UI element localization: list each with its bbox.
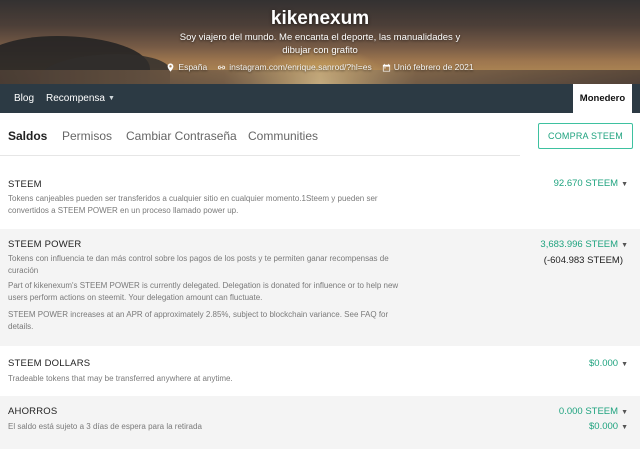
nav-blog[interactable]: Blog	[0, 84, 40, 113]
tab-communities[interactable]: Communities	[248, 129, 318, 143]
profile-meta: España instagram.com/enrique.sanrod/?hl=…	[0, 62, 640, 72]
savings-steem-dropdown[interactable]: 0.000 STEEM ▼	[559, 406, 628, 417]
delegation-note: Part of kikenexum's STEEM POWER is curre…	[8, 281, 399, 290]
location-text: España	[178, 62, 208, 72]
balance-row-steem-power: STEEM POWER Tokens con influencia te dan…	[0, 229, 640, 346]
caret-down-icon: ▼	[621, 181, 628, 188]
balance-row-steem-dollars: STEEM DOLLARS Tradeable tokens that may …	[0, 348, 640, 394]
balance-row-savings: AHORROS El saldo está sujeto a 3 días de…	[0, 396, 640, 449]
savings-sbd-dropdown[interactable]: $0.000 ▼	[589, 421, 628, 432]
profile-username: kikenexum	[270, 8, 370, 29]
tab-change-password[interactable]: Cambiar Contraseña	[126, 129, 237, 143]
balance-description: Tokens con influencia te dan más control…	[8, 254, 389, 263]
caret-down-icon: ▼	[621, 361, 628, 368]
sbd-amount-dropdown[interactable]: $0.000 ▼	[589, 358, 628, 369]
nav-rewards-dropdown[interactable]: Recompensa ▼	[40, 84, 121, 113]
chevron-down-icon: ▼	[107, 95, 115, 102]
tabs-divider	[0, 155, 520, 156]
caret-down-icon: ▼	[621, 409, 628, 416]
profile-website[interactable]: instagram.com/enrique.sanrod/?hl=es	[217, 62, 372, 72]
balance-title: STEEM	[8, 179, 42, 190]
top-navbar: Blog Recompensa ▼ Monedero	[0, 84, 640, 113]
apr-note: STEEM POWER increases at an APR of appro…	[8, 310, 389, 319]
nav-wallet-tab[interactable]: Monedero	[573, 84, 632, 113]
profile-joined: Unió febrero de 2021	[382, 62, 474, 72]
calendar-icon	[382, 63, 390, 72]
delegated-amount: (-604.983 STEEM)	[543, 255, 623, 266]
tab-permissions[interactable]: Permisos	[62, 129, 112, 143]
profile-about: Soy viajero del mundo. Me encanta el dep…	[179, 32, 461, 56]
tab-balances[interactable]: Saldos	[8, 129, 47, 143]
balance-description: Tradeable tokens that may be transferred…	[8, 374, 233, 383]
location-pin-icon	[168, 62, 174, 72]
delegation-note: users perform actions on steemit. Your d…	[8, 293, 263, 302]
balance-description: Tokens canjeables pueden ser transferido…	[8, 194, 378, 203]
website-link[interactable]: instagram.com/enrique.sanrod/?hl=es	[229, 62, 371, 72]
balance-title: STEEM DOLLARS	[8, 358, 91, 369]
caret-down-icon: ▼	[621, 424, 628, 431]
caret-down-icon: ▼	[621, 242, 628, 249]
buy-steem-button[interactable]: COMPRA STEEM	[538, 123, 633, 149]
link-icon	[218, 65, 226, 69]
balance-title: STEEM POWER	[8, 239, 82, 250]
apr-note: details.	[8, 322, 34, 331]
balance-description: El saldo está sujeto a 3 días de espera …	[8, 422, 202, 431]
balance-title: AHORROS	[8, 406, 58, 417]
steem-power-amount-dropdown[interactable]: 3,683.996 STEEM ▼	[540, 239, 628, 250]
balance-row-steem: STEEM Tokens canjeables pueden ser trans…	[0, 170, 640, 227]
joined-text: Unió febrero de 2021	[393, 62, 474, 72]
balance-description: convertidos a STEEM POWER en un proceso …	[8, 206, 239, 215]
steem-amount-dropdown[interactable]: 92.670 STEEM ▼	[554, 178, 628, 189]
balance-description: curación	[8, 266, 39, 275]
profile-location: España	[166, 62, 207, 72]
